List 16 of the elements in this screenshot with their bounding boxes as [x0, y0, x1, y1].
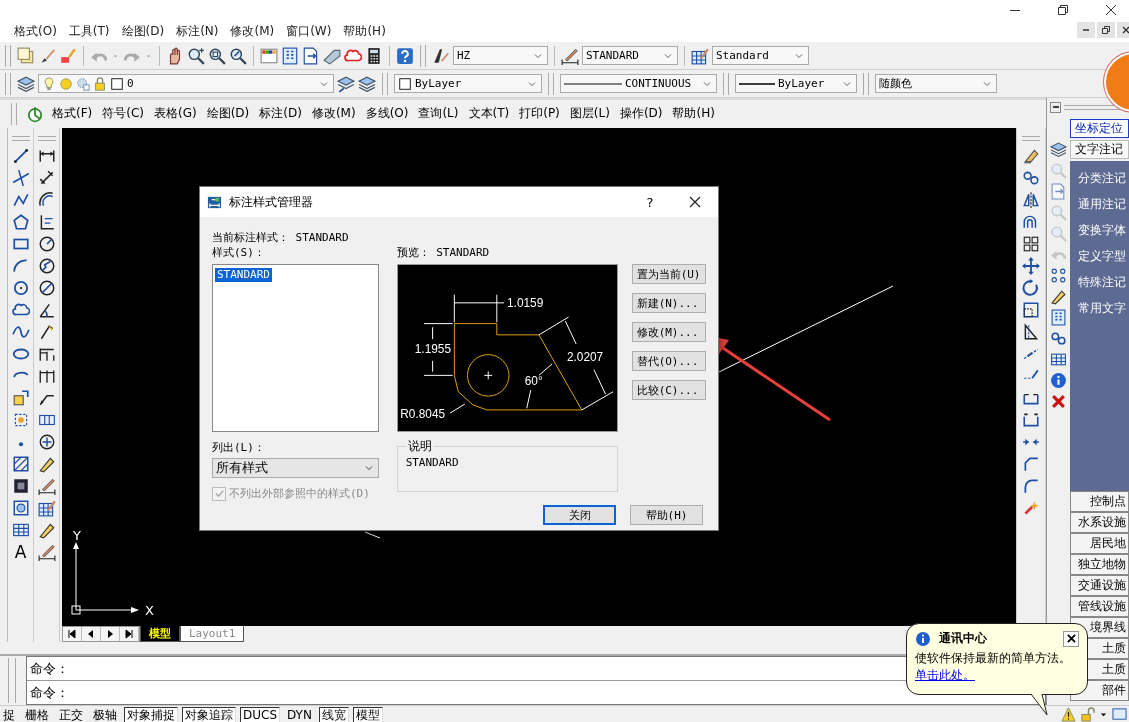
axis-label: X	[145, 602, 154, 618]
checkbox-label: 不列出外部参照中的样式(D)	[229, 486, 370, 501]
preview-label: 预览： STANDARD	[396, 245, 491, 260]
styles-label: 样式(S)：	[212, 245, 266, 260]
axis-label: Y	[73, 527, 81, 543]
dialog-title: 标注样式管理器	[229, 193, 314, 211]
dimension-value: 60°	[524, 373, 543, 388]
list-label: 列出(L)：	[212, 440, 266, 455]
dimension-value: 1.0159	[506, 295, 543, 310]
dimension-value: R0.8045	[399, 407, 445, 422]
description-text: STANDARD	[405, 456, 459, 469]
group-label: 说明	[406, 438, 433, 455]
dimension-value: 2.0207	[566, 349, 603, 364]
notification-title: 通讯中心	[939, 630, 988, 647]
current-style-label: 当前标注样式： STANDARD	[212, 230, 350, 245]
dimension-value: 1.1955	[414, 341, 451, 356]
